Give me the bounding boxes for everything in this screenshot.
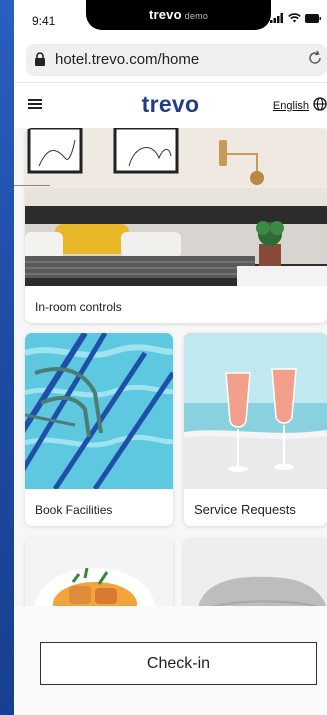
card-book-facilities[interactable]: Book Facilities — [25, 333, 173, 526]
phone-screen: 9:41 trevo demo hotel.trevo.com/home trev… — [14, 0, 327, 715]
status-bar: 9:41 trevo demo — [14, 0, 327, 38]
champagne-image — [184, 333, 327, 489]
pool-image — [25, 333, 173, 489]
card-in-room-controls[interactable]: In-room controls — [25, 128, 327, 323]
reload-icon[interactable] — [307, 50, 323, 66]
url-text[interactable]: hotel.trevo.com/home — [55, 51, 199, 68]
card-label-book-facilities: Book Facilities — [35, 503, 113, 517]
language-selector[interactable]: English — [273, 100, 309, 112]
card-service-requests[interactable]: Service Requests — [184, 333, 327, 526]
bedroom-image — [25, 128, 327, 286]
card-label-in-room-controls: In-room controls — [35, 300, 122, 314]
notch-brand-name: trevo — [148, 7, 182, 22]
lock-icon — [35, 52, 45, 66]
decorative-line — [14, 185, 50, 186]
signal-icon — [270, 13, 283, 23]
card-label-service-requests: Service Requests — [194, 502, 296, 517]
globe-icon[interactable] — [313, 97, 327, 111]
notch: trevo demo — [86, 0, 271, 30]
wifi-icon — [288, 13, 301, 23]
feature-grid: In-room controls Book Facilities Service… — [14, 128, 327, 606]
status-icons — [270, 13, 321, 23]
notch-demo-label: demo — [184, 11, 209, 21]
bottom-bar: Check-in — [14, 606, 327, 715]
pillow-image — [184, 538, 327, 606]
check-in-button[interactable]: Check-in — [40, 642, 317, 685]
browser-url-bar[interactable]: hotel.trevo.com/home — [26, 44, 327, 76]
status-time: 9:41 — [32, 14, 56, 28]
site-header: trevo English — [14, 83, 327, 127]
food-image — [25, 538, 173, 606]
card-housekeeping[interactable] — [184, 538, 327, 606]
notch-brand: trevo demo — [86, 7, 271, 22]
card-dining[interactable] — [25, 538, 173, 606]
battery-icon — [305, 13, 321, 23]
